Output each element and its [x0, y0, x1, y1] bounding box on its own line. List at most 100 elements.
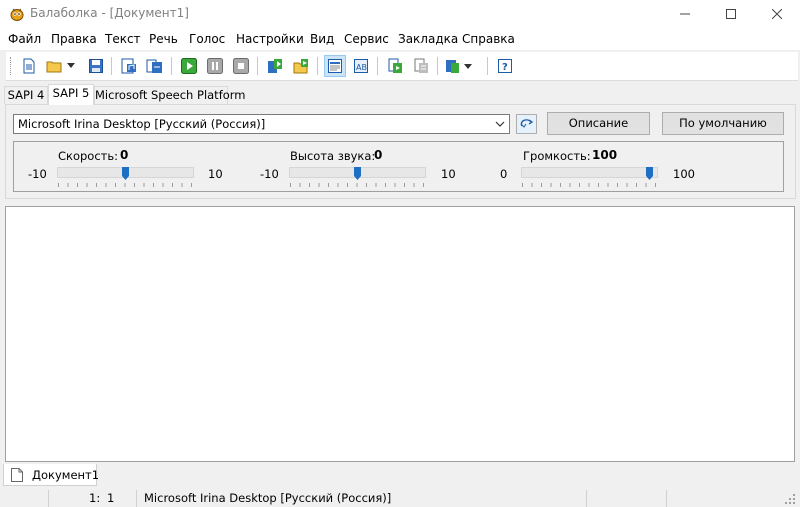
refresh-voices-button[interactable] [516, 114, 537, 134]
batch-convert-button[interactable] [144, 55, 166, 77]
pause-button[interactable] [204, 55, 226, 77]
menu-voice[interactable]: Голос [189, 32, 225, 46]
tab-sapi4[interactable]: SAPI 4 [4, 86, 48, 104]
tab-sapi5[interactable]: SAPI 5 [48, 84, 94, 105]
menu-bar: Файл Правка Текст Речь Голос Настройки В… [0, 28, 800, 50]
status-line: 1: [89, 491, 101, 505]
open-button[interactable] [44, 55, 66, 77]
status-voice: Microsoft Irina Desktop [Русский (Россия… [136, 490, 586, 507]
batch-convert-icon [146, 59, 162, 73]
resize-grip-icon[interactable] [784, 493, 796, 505]
play-icon [181, 58, 197, 74]
close-button[interactable] [754, 0, 800, 28]
audio-clip-icon [388, 58, 402, 73]
document-icon [11, 468, 23, 482]
describe-voice-button[interactable]: Описание [547, 112, 650, 135]
status-panel-3 [586, 490, 666, 507]
document-tab[interactable]: Документ1 [3, 464, 100, 486]
toggle-panel-button[interactable] [324, 55, 346, 77]
stop-button[interactable] [230, 55, 252, 77]
audio-clip-button[interactable] [384, 55, 406, 77]
menu-speech[interactable]: Речь [149, 32, 178, 46]
toolbar-separator [377, 57, 378, 75]
pitch-slider-ticks [290, 183, 424, 187]
close-icon [772, 9, 782, 19]
voice-settings-icon [446, 60, 472, 73]
rate-value: 0 [120, 148, 129, 162]
menu-file[interactable]: Файл [8, 32, 41, 46]
save-button[interactable] [85, 55, 107, 77]
pitch-max: 10 [441, 167, 456, 181]
help-button[interactable]: ? [494, 55, 516, 77]
clip-list-button[interactable] [410, 55, 432, 77]
volume-label: Громкость: [523, 149, 591, 163]
export-audio-button[interactable] [118, 55, 140, 77]
rate-min: -10 [28, 167, 47, 181]
default-voice-button[interactable]: По умолчанию [662, 112, 784, 135]
status-cursor-position: 1: 1 [48, 490, 136, 507]
menu-settings[interactable]: Настройки [236, 32, 304, 46]
volume-slider-ticks [522, 183, 656, 187]
menu-help[interactable]: Справка [462, 32, 515, 46]
voice-select-value: Microsoft Irina Desktop [Русский (Россия… [18, 117, 266, 131]
toolbar-separator [487, 57, 488, 75]
svg-text:?: ? [502, 62, 508, 73]
read-file-button[interactable] [290, 55, 312, 77]
text-editor[interactable] [5, 206, 795, 462]
volume-value: 100 [592, 148, 618, 162]
pitch-label: Высота звука: [290, 149, 376, 163]
rate-slider-ticks [58, 183, 192, 187]
rate-max: 10 [208, 167, 223, 181]
stop-icon [233, 58, 249, 74]
minimize-icon [680, 13, 690, 15]
chevron-down-icon [495, 121, 505, 127]
toolbar-separator [171, 57, 172, 75]
toolbar: AB ? [6, 52, 798, 81]
play-button[interactable] [178, 55, 200, 77]
read-clipboard-button[interactable] [264, 55, 286, 77]
voice-select[interactable]: Microsoft Irina Desktop [Русский (Россия… [13, 114, 510, 134]
menu-edit[interactable]: Правка [51, 32, 97, 46]
menu-text[interactable]: Текст [105, 32, 141, 46]
volume-min: 0 [500, 167, 508, 181]
tab-microsoft-speech-platform[interactable]: Microsoft Speech Platform [94, 86, 246, 104]
text-format-button[interactable]: AB [350, 55, 372, 77]
status-panel-4 [666, 490, 766, 507]
help-icon: ? [498, 59, 512, 73]
maximize-icon [726, 9, 736, 19]
toolbar-separator [257, 57, 258, 75]
new-document-button[interactable] [18, 55, 40, 77]
document-tab-label: Документ1 [32, 468, 100, 482]
volume-slider-track [521, 167, 658, 178]
rate-slider-thumb[interactable] [121, 167, 129, 180]
volume-slider-thumb[interactable] [646, 167, 653, 180]
chevron-down-icon [67, 63, 75, 68]
toolbar-grip[interactable] [10, 57, 13, 75]
read-file-icon [293, 59, 308, 74]
open-folder-icon [46, 61, 62, 73]
status-column: 1 [107, 491, 115, 505]
toolbar-separator [317, 57, 318, 75]
maximize-button[interactable] [708, 0, 754, 28]
menu-view[interactable]: Вид [310, 32, 334, 46]
new-document-icon [23, 58, 35, 74]
rate-label: Скорость: [58, 149, 119, 163]
refresh-icon [520, 119, 533, 128]
toolbar-separator [111, 57, 112, 75]
voice-settings-button[interactable] [444, 55, 474, 77]
volume-max: 100 [673, 167, 695, 181]
minimize-button[interactable] [662, 0, 708, 28]
save-icon [89, 59, 103, 73]
pause-icon [207, 58, 223, 74]
clip-list-icon [414, 58, 428, 73]
menu-bookmark[interactable]: Закладка [398, 32, 458, 46]
pitch-min: -10 [260, 167, 279, 181]
svg-text:AB: AB [356, 63, 367, 72]
export-audio-icon [121, 58, 136, 74]
pitch-value: 0 [374, 148, 383, 162]
open-dropdown-button[interactable] [64, 55, 78, 77]
pitch-slider-thumb[interactable] [353, 167, 361, 180]
title-bar: Балаболка - [Документ1] [0, 0, 800, 28]
window-title: Балаболка - [Документ1] [30, 6, 189, 20]
menu-tools[interactable]: Сервис [344, 32, 389, 46]
